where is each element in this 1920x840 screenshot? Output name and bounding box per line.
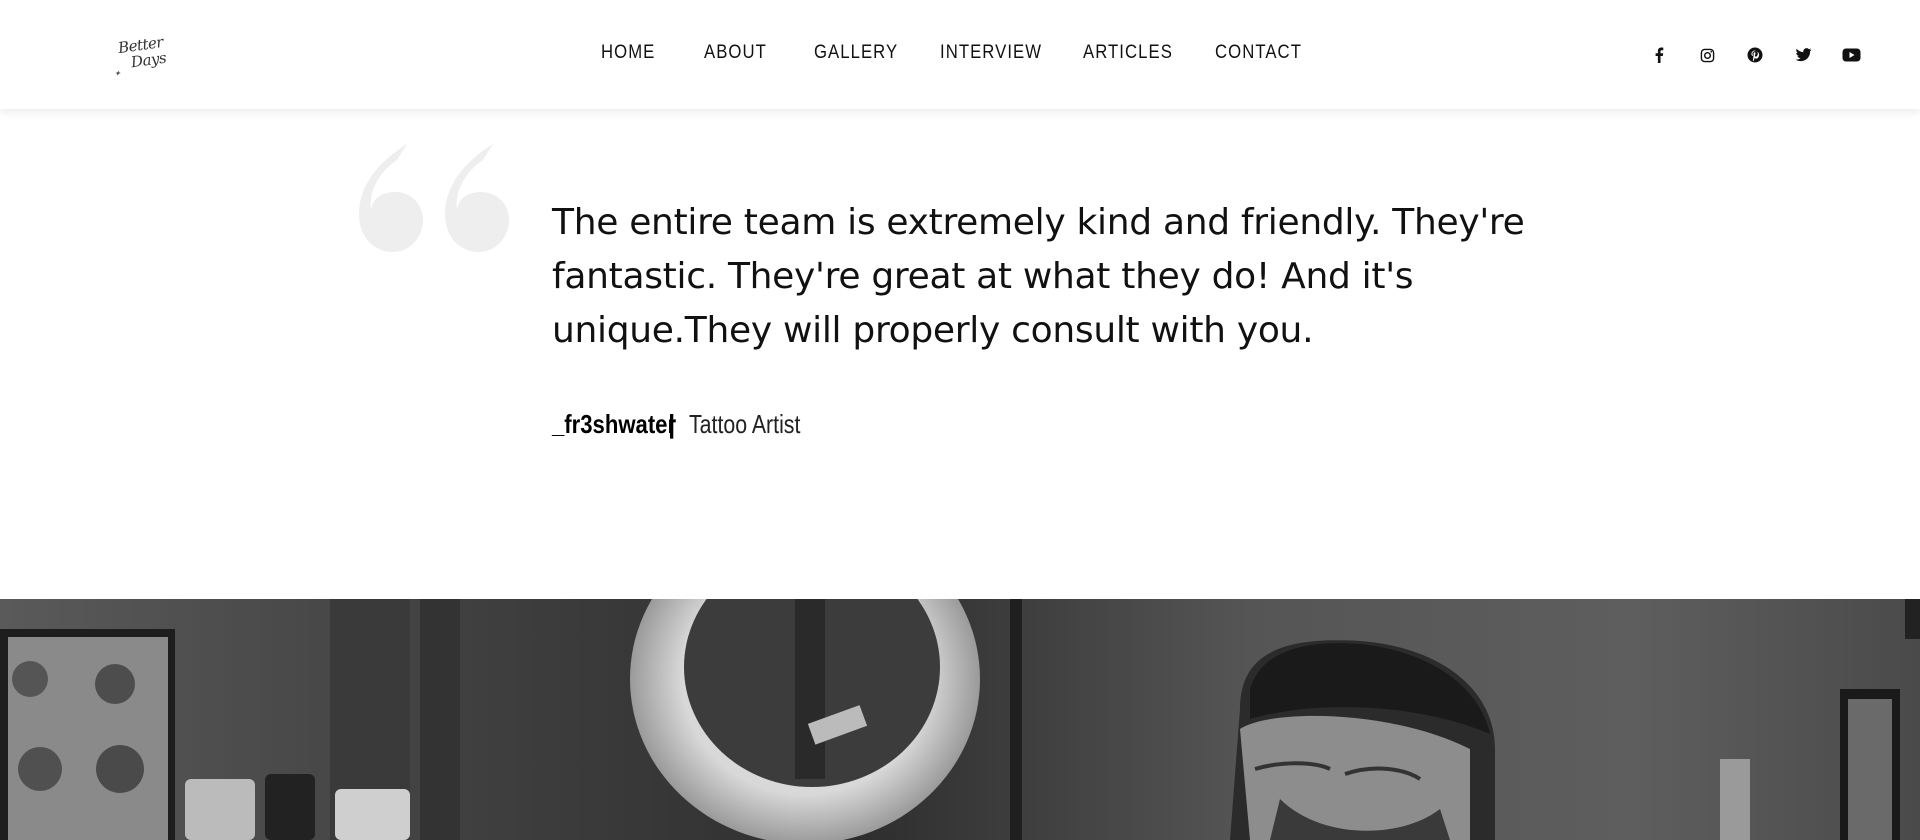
studio-photo	[0, 599, 1920, 840]
author-name: _fr3shwater	[552, 408, 677, 439]
instagram-icon[interactable]	[1696, 44, 1718, 66]
main-nav: HOME ABOUT GALLERY INTERVIEW ARTICLES CO…	[0, 42, 1920, 66]
site-header: Better Days ✦ HOME ABOUT GALLERY INTERVI…	[0, 0, 1920, 109]
testimonial-quote: The entire team is extremely kind and fr…	[552, 202, 1525, 351]
nav-contact[interactable]: CONTACT	[1215, 42, 1302, 64]
youtube-icon[interactable]	[1840, 44, 1862, 66]
facebook-icon[interactable]	[1648, 44, 1670, 66]
pinterest-icon[interactable]	[1744, 44, 1766, 66]
nav-articles[interactable]: ARTICLES	[1083, 42, 1173, 64]
nav-about[interactable]: ABOUT	[704, 42, 767, 64]
nav-home[interactable]: HOME	[601, 42, 655, 64]
nav-interview[interactable]: INTERVIEW	[940, 42, 1042, 64]
twitter-icon[interactable]	[1792, 44, 1814, 66]
testimonial-author: _fr3shwater | Tattoo Artist	[552, 406, 825, 442]
nav-gallery[interactable]: GALLERY	[814, 42, 898, 64]
author-role: Tattoo Artist	[689, 408, 801, 439]
quote-mark-icon	[359, 144, 509, 252]
logo-star-icon: ✦	[114, 69, 121, 78]
